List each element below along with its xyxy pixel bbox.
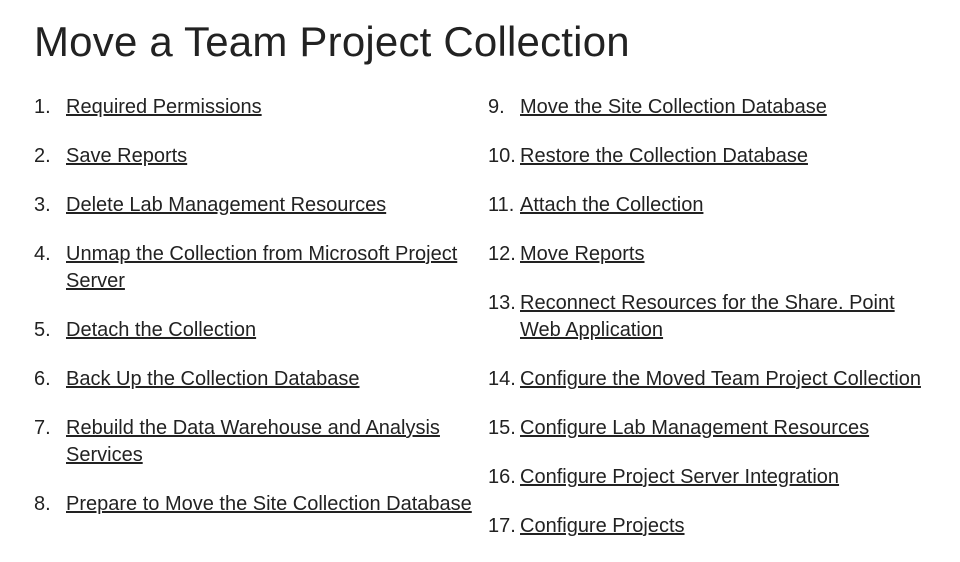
list-item: 4.Unmap the Collection from Microsoft Pr… bbox=[34, 241, 472, 295]
item-number: 6. bbox=[34, 366, 66, 393]
link-back-up-database[interactable]: Back Up the Collection Database bbox=[66, 366, 360, 393]
item-number: 16. bbox=[488, 464, 520, 491]
link-configure-moved-collection[interactable]: Configure the Moved Team Project Collect… bbox=[520, 366, 921, 393]
link-configure-lab-management[interactable]: Configure Lab Management Resources bbox=[520, 415, 869, 442]
page-title: Move a Team Project Collection bbox=[34, 18, 926, 66]
item-number: 1. bbox=[34, 94, 66, 121]
item-number: 15. bbox=[488, 415, 520, 442]
list-item: 17.Configure Projects bbox=[488, 513, 926, 540]
link-restore-collection-database[interactable]: Restore the Collection Database bbox=[520, 143, 808, 170]
list-item: 1.Required Permissions bbox=[34, 94, 472, 121]
list-item: 8.Prepare to Move the Site Collection Da… bbox=[34, 491, 472, 518]
item-number: 13. bbox=[488, 290, 520, 317]
list-item: 15.Configure Lab Management Resources bbox=[488, 415, 926, 442]
link-prepare-move-site-collection[interactable]: Prepare to Move the Site Collection Data… bbox=[66, 491, 472, 518]
list-item: 10.Restore the Collection Database bbox=[488, 143, 926, 170]
list-item: 3.Delete Lab Management Resources bbox=[34, 192, 472, 219]
link-rebuild-data-warehouse[interactable]: Rebuild the Data Warehouse and Analysis … bbox=[66, 415, 472, 469]
item-number: 5. bbox=[34, 317, 66, 344]
link-reconnect-sharepoint-resources[interactable]: Reconnect Resources for the Share. Point… bbox=[520, 290, 926, 344]
item-number: 2. bbox=[34, 143, 66, 170]
list-item: 13.Reconnect Resources for the Share. Po… bbox=[488, 290, 926, 344]
columns: 1.Required Permissions 2.Save Reports 3.… bbox=[34, 94, 926, 562]
list-item: 2.Save Reports bbox=[34, 143, 472, 170]
link-configure-project-server-integration[interactable]: Configure Project Server Integration bbox=[520, 464, 839, 491]
item-number: 14. bbox=[488, 366, 520, 393]
link-move-reports[interactable]: Move Reports bbox=[520, 241, 645, 268]
slide: Move a Team Project Collection 1.Require… bbox=[0, 0, 960, 562]
link-required-permissions[interactable]: Required Permissions bbox=[66, 94, 262, 121]
item-number: 4. bbox=[34, 241, 66, 268]
item-number: 17. bbox=[488, 513, 520, 540]
link-move-site-collection-database[interactable]: Move the Site Collection Database bbox=[520, 94, 827, 121]
column-left: 1.Required Permissions 2.Save Reports 3.… bbox=[34, 94, 472, 562]
list-item: 6.Back Up the Collection Database bbox=[34, 366, 472, 393]
item-number: 7. bbox=[34, 415, 66, 442]
item-number: 12. bbox=[488, 241, 520, 268]
item-number: 11. bbox=[488, 192, 520, 219]
link-configure-projects[interactable]: Configure Projects bbox=[520, 513, 685, 540]
item-number: 9. bbox=[488, 94, 520, 121]
list-item: 7.Rebuild the Data Warehouse and Analysi… bbox=[34, 415, 472, 469]
link-delete-lab-management-resources[interactable]: Delete Lab Management Resources bbox=[66, 192, 386, 219]
list-item: 12.Move Reports bbox=[488, 241, 926, 268]
list-item: 5.Detach the Collection bbox=[34, 317, 472, 344]
list-item: 14.Configure the Moved Team Project Coll… bbox=[488, 366, 926, 393]
list-item: 9.Move the Site Collection Database bbox=[488, 94, 926, 121]
column-right: 9.Move the Site Collection Database 10.R… bbox=[488, 94, 926, 562]
list-item: 16.Configure Project Server Integration bbox=[488, 464, 926, 491]
item-number: 10. bbox=[488, 143, 520, 170]
link-save-reports[interactable]: Save Reports bbox=[66, 143, 187, 170]
link-detach-collection[interactable]: Detach the Collection bbox=[66, 317, 256, 344]
item-number: 8. bbox=[34, 491, 66, 518]
item-number: 3. bbox=[34, 192, 66, 219]
list-item: 11.Attach the Collection bbox=[488, 192, 926, 219]
link-unmap-collection[interactable]: Unmap the Collection from Microsoft Proj… bbox=[66, 241, 472, 295]
link-attach-collection[interactable]: Attach the Collection bbox=[520, 192, 703, 219]
